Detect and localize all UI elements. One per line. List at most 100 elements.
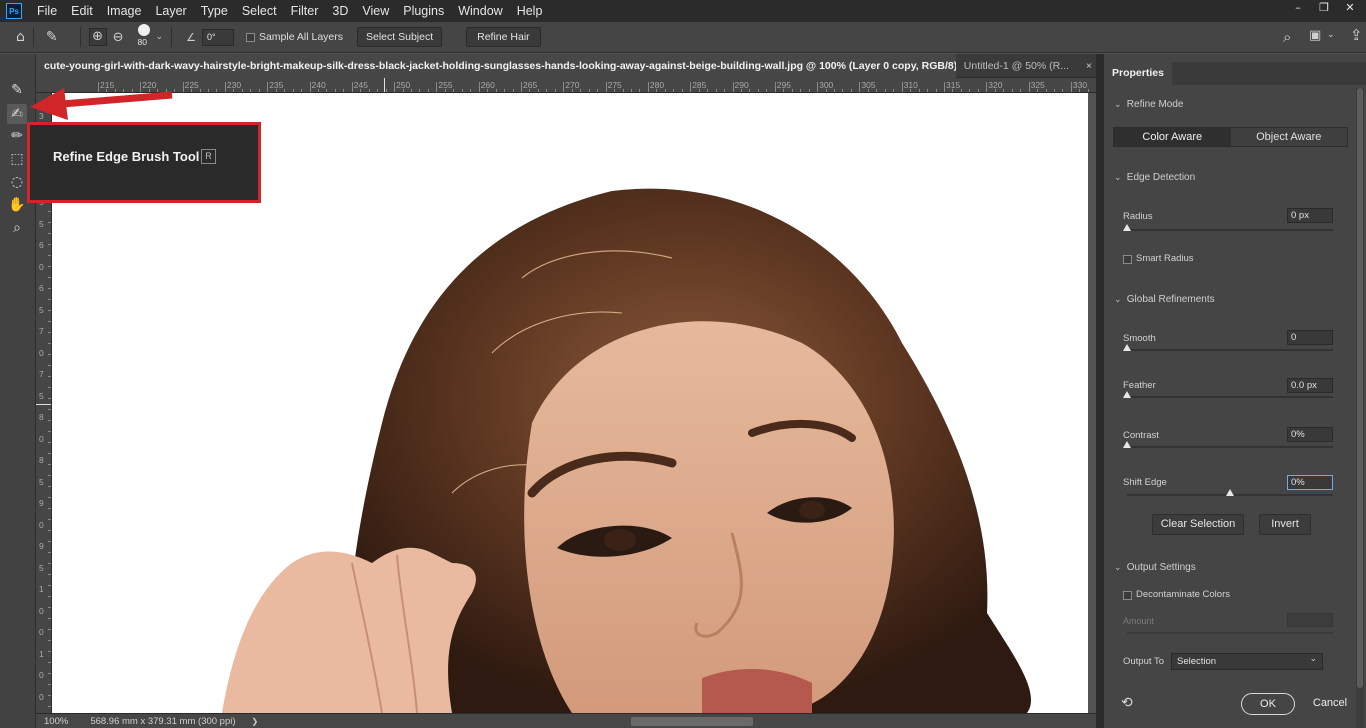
section-refine-mode[interactable]: ⌄ Refine Mode xyxy=(1114,99,1183,110)
contrast-slider-thumb[interactable] xyxy=(1123,441,1131,448)
color-aware-button[interactable]: Color Aware xyxy=(1114,128,1231,146)
sample-all-layers-label: Sample All Layers xyxy=(258,31,343,43)
lasso-tool-icon[interactable]: ◌ xyxy=(7,172,27,192)
ruler-left-label: 7 xyxy=(39,369,44,379)
ruler-left-label: 9 xyxy=(39,541,44,551)
smart-radius-checkbox[interactable] xyxy=(1123,255,1132,264)
ruler-top-tick xyxy=(1070,82,1072,92)
workspace-chevron-icon[interactable]: ⌄ xyxy=(1327,30,1335,40)
workspace-icon[interactable]: ▣ xyxy=(1309,28,1321,43)
contrast-input[interactable]: 0% xyxy=(1287,427,1333,442)
refine-brush-preset-icon[interactable]: ✎ xyxy=(46,29,58,45)
minimize-icon[interactable]: – xyxy=(1292,2,1304,14)
ruler-left-label: 0 xyxy=(39,347,44,358)
ruler-top-tick xyxy=(944,82,945,92)
chevron-down-icon[interactable]: ⌄ xyxy=(156,32,164,42)
home-icon[interactable]: ⌂ xyxy=(16,29,25,45)
menu-file[interactable]: File xyxy=(30,0,64,22)
ruler-top-tick xyxy=(732,82,734,92)
close-icon[interactable]: ✕ xyxy=(1344,2,1356,14)
hand-tool-icon[interactable]: ✋ xyxy=(7,195,27,215)
ruler-left-label: 0 xyxy=(39,519,44,530)
brush-size-picker[interactable]: 80 xyxy=(134,24,156,50)
feather-input[interactable]: 0.0 px xyxy=(1287,378,1333,393)
decontaminate-colors-checkbox[interactable] xyxy=(1123,591,1132,600)
panel-scrollbar[interactable] xyxy=(1356,88,1364,728)
radius-slider[interactable] xyxy=(1123,224,1333,231)
expand-mode-icon[interactable]: ⊕ xyxy=(88,28,107,46)
smooth-slider-thumb[interactable] xyxy=(1123,344,1131,351)
ruler-left-label: 0 xyxy=(39,261,44,272)
contract-mode-icon[interactable]: ⊖ xyxy=(113,30,124,45)
close-tab-icon[interactable]: × xyxy=(1086,60,1092,72)
radius-input[interactable]: 0 px xyxy=(1287,208,1333,223)
menu-plugins[interactable]: Plugins xyxy=(396,0,451,22)
amount-input xyxy=(1287,613,1333,627)
menu-view[interactable]: View xyxy=(355,0,396,22)
ruler-left-label: 0 xyxy=(39,670,44,680)
object-aware-button[interactable]: Object Aware xyxy=(1230,128,1347,146)
properties-panel: Properties ⌄ Refine Mode Color Aware Obj… xyxy=(1104,54,1366,728)
horizontal-scrollbar[interactable] xyxy=(296,716,1124,726)
menu-select[interactable]: Select xyxy=(235,0,284,22)
ruler-horizontal: 215 220 225 230 235 240 245 250 255 260 265 270 275 2… xyxy=(36,78,1096,93)
radius-slider-thumb[interactable] xyxy=(1123,224,1131,231)
smooth-input[interactable]: 0 xyxy=(1287,330,1333,345)
invert-button[interactable]: Invert xyxy=(1259,514,1311,535)
smooth-slider[interactable] xyxy=(1123,344,1333,351)
menu-image[interactable]: Image xyxy=(100,0,149,22)
search-icon[interactable]: ⌕ xyxy=(1283,28,1291,46)
tab-document[interactable]: cute-young-girl-with-dark-wavy-hairstyle… xyxy=(36,54,956,78)
cancel-button[interactable]: Cancel xyxy=(1302,693,1358,715)
tab-properties[interactable]: Properties xyxy=(1104,62,1172,85)
clear-selection-button[interactable]: Clear Selection xyxy=(1152,514,1244,535)
menu-3d[interactable]: 3D xyxy=(325,0,355,22)
share-icon[interactable]: ⇪ xyxy=(1350,26,1363,44)
ruler-top-tick xyxy=(563,82,565,92)
annotation-arrow xyxy=(30,88,173,120)
chevron-down-icon: ⌄ xyxy=(1114,295,1122,305)
ruler-top-tick xyxy=(986,82,988,92)
menu-bar: Ps File Edit Image Layer Type Select Fil… xyxy=(0,0,1366,22)
menu-filter[interactable]: Filter xyxy=(284,0,326,22)
ok-button[interactable]: OK xyxy=(1241,693,1295,715)
tool-tooltip: Refine Edge Brush Tool R xyxy=(27,122,261,203)
ruler-top-tick xyxy=(436,82,438,92)
sample-all-layers-checkbox[interactable] xyxy=(245,32,255,42)
scrollbar-thumb[interactable] xyxy=(631,717,753,726)
menu-type[interactable]: Type xyxy=(194,0,235,22)
contrast-slider[interactable] xyxy=(1123,441,1333,448)
section-global-refinements[interactable]: ⌄ Global Refinements xyxy=(1114,294,1215,305)
section-edge-detection[interactable]: ⌄ Edge Detection xyxy=(1114,172,1195,183)
ruler-cursor-marker xyxy=(384,78,385,92)
radius-label: Radius xyxy=(1123,211,1153,222)
menu-layer[interactable]: Layer xyxy=(148,0,193,22)
feather-slider[interactable] xyxy=(1123,391,1333,398)
select-subject-button[interactable]: Select Subject xyxy=(357,27,443,47)
refine-hair-button[interactable]: Refine Hair xyxy=(466,27,541,47)
object-selection-tool-icon[interactable]: ⬚ xyxy=(7,149,27,169)
output-to-select[interactable]: Selection ⌄ xyxy=(1171,653,1323,670)
tab-untitled[interactable]: Untitled-1 @ 50% (R... × xyxy=(956,54,1096,78)
menu-window[interactable]: Window xyxy=(451,0,509,22)
zoom-tool-icon[interactable]: ⌕ xyxy=(7,218,27,238)
shift-edge-input[interactable]: 0% xyxy=(1287,475,1333,490)
angle-input[interactable]: 0° xyxy=(201,28,234,46)
ruler-left-label: 5 xyxy=(39,562,44,573)
ruler-left-label: 6 xyxy=(39,240,44,250)
section-output-settings[interactable]: ⌄ Output Settings xyxy=(1114,562,1196,573)
menu-help[interactable]: Help xyxy=(510,0,550,22)
shift-edge-slider[interactable] xyxy=(1127,489,1333,496)
options-bar: ⌂ ✎ ⊕ ⊖ 80 ⌄ ∠ 0° Sample All Layers Sele… xyxy=(0,22,1366,53)
status-menu-arrow-icon[interactable]: ❯ xyxy=(252,717,259,726)
brush-tool-icon[interactable]: ✏ xyxy=(7,126,27,146)
panel-scrollbar-thumb[interactable] xyxy=(1357,88,1363,688)
ruler-left-label: 7 xyxy=(39,326,44,336)
menu-edit[interactable]: Edit xyxy=(64,0,100,22)
shift-edge-slider-thumb[interactable] xyxy=(1226,489,1234,496)
zoom-level[interactable]: 100% xyxy=(44,716,68,727)
feather-slider-thumb[interactable] xyxy=(1123,391,1131,398)
restore-icon[interactable]: ❐ xyxy=(1318,2,1330,14)
reset-icon[interactable]: ⟲ xyxy=(1121,695,1133,711)
ruler-top-tick xyxy=(351,82,353,92)
